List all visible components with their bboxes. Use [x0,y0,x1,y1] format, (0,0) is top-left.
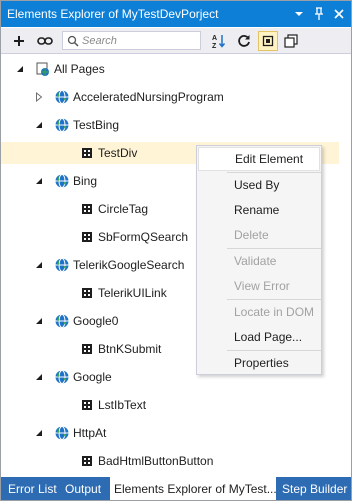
tree-node-label: CircleTag [98,202,149,216]
globe-icon [54,257,70,273]
globe-icon [54,89,70,105]
element-icon [79,145,95,161]
globe-icon [54,425,70,441]
tree-node-element[interactable]: TelerikUILink [79,282,167,304]
search-input[interactable] [79,34,192,47]
tree-node-label: TestBing [73,118,120,132]
toolbar: A Z [1,28,351,54]
tab-step-builder[interactable]: Step Builder [282,477,347,500]
element-icon [79,285,95,301]
tree-node-label: HttpAt [73,426,107,440]
tree-node-label: SbFormQSearch [98,230,189,244]
menu-item-locate-in-dom[interactable]: Locate in DOM [197,300,321,324]
tree-node-element[interactable]: CircleTag [79,198,148,220]
tree-node-label: TelerikUILink [98,286,167,300]
menu-item-validate[interactable]: Validate [197,249,321,273]
tree-node-label: AcceleratedNursingProgram [73,90,224,104]
title-bar: Elements Explorer of MyTestDevPorject [1,1,351,27]
collapsed-arrow-icon[interactable] [34,92,44,102]
close-icon[interactable] [329,4,349,24]
menu-item-rename[interactable]: Rename [197,198,321,222]
context-menu: Edit Element Used By Rename Delete Valid… [196,145,322,375]
tree-node-page[interactable]: AcceleratedNursingProgram [34,86,224,108]
tree-node-label: LstIbText [98,398,147,412]
search-box[interactable] [62,31,201,50]
tree-node-label: BadHtmlButtonButton [98,454,214,468]
element-icon [79,229,95,245]
element-icon [79,201,95,217]
search-icon [67,35,79,47]
pages-icon [35,61,51,77]
expanded-arrow-icon[interactable] [34,372,44,382]
svg-text:A: A [212,35,217,42]
tree-node-element[interactable]: BadHtmlButtonButton [79,450,213,472]
tree-node-page[interactable]: Bing [34,170,97,192]
element-icon [79,397,95,413]
add-icon[interactable] [9,31,29,51]
elements-explorer-window: Elements Explorer of MyTestDevPorject A [0,0,352,501]
globe-icon [54,369,70,385]
tab-elements-explorer[interactable]: Elements Explorer of MyTest... [110,477,277,500]
tab-error-list[interactable]: Error List [8,477,57,500]
refresh-icon[interactable] [234,31,254,51]
bottom-tab-bar: Error List Output Elements Explorer of M… [1,477,351,500]
expanded-arrow-icon[interactable] [34,316,44,326]
expanded-arrow-icon[interactable] [34,176,44,186]
tab-output[interactable]: Output [65,477,101,500]
tree-node-element[interactable]: SbFormQSearch [79,226,188,248]
dropdown-icon[interactable] [289,4,309,24]
globe-icon [54,313,70,329]
pin-icon[interactable] [309,4,329,24]
tree-node-label: BtnKSubmit [98,342,162,356]
tree-node-page[interactable]: TestBing [34,114,119,136]
multi-view-icon[interactable] [281,31,301,51]
svg-text:Z: Z [212,43,217,49]
globe-icon [54,117,70,133]
menu-item-load-page[interactable]: Load Page... [197,325,321,349]
element-icon [79,453,95,469]
tree-node-label: Google0 [73,314,119,328]
expanded-arrow-icon[interactable] [15,64,25,74]
tree-node-page[interactable]: HttpAt [34,422,106,444]
menu-item-view-error[interactable]: View Error [197,274,321,298]
tree-node-label: All Pages [54,62,105,76]
tree-node-page[interactable]: Google0 [34,310,118,332]
menu-item-used-by[interactable]: Used By [197,173,321,197]
tree-node-page[interactable]: TelerikGoogleSearch [34,254,184,276]
element-icon [79,341,95,357]
globe-icon [54,173,70,189]
sort-az-icon[interactable]: A Z [209,31,229,51]
expanded-arrow-icon[interactable] [34,428,44,438]
expanded-arrow-icon[interactable] [34,260,44,270]
menu-item-properties[interactable]: Properties [197,351,321,375]
tree-node-all-pages[interactable]: All Pages [15,58,105,80]
single-view-icon[interactable] [258,31,278,51]
link-icon[interactable] [35,31,55,51]
menu-item-delete[interactable]: Delete [197,223,321,247]
tree-node-page[interactable]: Google [34,366,112,388]
tree-node-label: TestDiv [98,146,138,160]
tree-node-label: TelerikGoogleSearch [73,258,185,272]
tree-node-element[interactable]: LstIbText [79,394,146,416]
window-title: Elements Explorer of MyTestDevPorject [7,7,219,21]
tree-node-label: Bing [73,174,98,188]
expanded-arrow-icon[interactable] [34,120,44,130]
menu-item-edit-element[interactable]: Edit Element [198,147,320,171]
tree-node-label: Google [73,370,112,384]
tree-node-element[interactable]: BtnKSubmit [79,338,161,360]
